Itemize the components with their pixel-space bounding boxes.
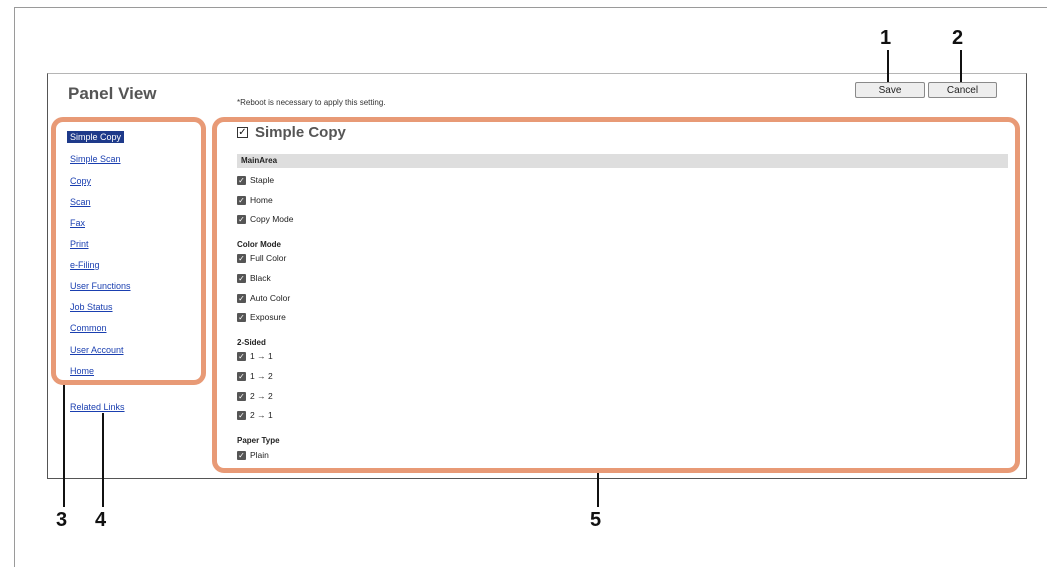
callout-2: 2 xyxy=(952,27,964,49)
sidebar-item-simple-scan[interactable]: Simple Scan xyxy=(70,154,121,164)
callout-line-4 xyxy=(102,413,104,507)
save-button[interactable]: Save xyxy=(855,82,925,98)
checkbox-row[interactable]: ✓ 1 → 2 xyxy=(237,371,273,381)
checkbox-label: Home xyxy=(250,195,273,205)
related-links[interactable]: Related Links xyxy=(70,402,125,412)
checkbox-row[interactable]: ✓ Plain xyxy=(237,450,269,460)
main-title: Simple Copy xyxy=(255,124,346,141)
checkbox-label: Auto Color xyxy=(250,293,291,303)
sidebar-item-home[interactable]: Home xyxy=(70,366,94,376)
sidebar-item-print[interactable]: Print xyxy=(70,239,89,249)
checkbox-label: Exposure xyxy=(250,312,286,322)
checkbox-row[interactable]: ✓ 2 → 1 xyxy=(237,410,273,420)
checkbox-icon[interactable]: ✓ xyxy=(237,195,246,205)
reboot-note: *Reboot is necessary to apply this setti… xyxy=(237,98,386,107)
sidebar-item-job-status[interactable]: Job Status xyxy=(70,302,113,312)
checkbox-row[interactable]: ✓ Staple xyxy=(237,175,274,185)
checkbox-row[interactable]: ✓ 2 → 2 xyxy=(237,391,273,401)
checkbox-row[interactable]: ✓ Black xyxy=(237,273,271,283)
sidebar-item-copy[interactable]: Copy xyxy=(70,176,91,186)
main-area-highlight xyxy=(212,117,1020,473)
checkbox-label: 1 → 1 xyxy=(250,351,273,361)
sidebar-item-e-filing[interactable]: e-Filing xyxy=(70,260,100,270)
section-header-bar xyxy=(237,154,1008,168)
checkbox-icon[interactable]: ✓ xyxy=(237,312,246,322)
checkbox-label: Full Color xyxy=(250,253,287,263)
callout-1: 1 xyxy=(880,27,892,49)
sidebar-item-user-account[interactable]: User Account xyxy=(70,345,124,355)
group-label: 2-Sided xyxy=(237,338,266,347)
checkbox-label: 1 → 2 xyxy=(250,371,273,381)
sidebar-item-fax[interactable]: Fax xyxy=(70,218,85,228)
checkbox-icon[interactable]: ✓ xyxy=(237,391,246,401)
checkbox-icon[interactable]: ✓ xyxy=(237,410,246,420)
checkbox-row[interactable]: ✓ 1 → 1 xyxy=(237,351,273,361)
page-title: Panel View xyxy=(68,84,157,103)
simple-copy-checkbox[interactable]: ✓ xyxy=(237,127,248,138)
callout-5: 5 xyxy=(590,509,602,531)
checkbox-icon[interactable]: ✓ xyxy=(237,450,246,460)
callout-line-1 xyxy=(887,50,889,82)
checkbox-label: Copy Mode xyxy=(250,214,294,224)
checkbox-icon[interactable]: ✓ xyxy=(237,253,246,263)
checkbox-row[interactable]: ✓ Home xyxy=(237,195,273,205)
checkbox-label: 2 → 2 xyxy=(250,391,273,401)
sidebar-item-scan[interactable]: Scan xyxy=(70,197,91,207)
checkbox-row[interactable]: ✓ Full Color xyxy=(237,253,286,263)
sidebar-item-common[interactable]: Common xyxy=(70,323,107,333)
callout-line-5 xyxy=(597,473,599,507)
checkbox-icon[interactable]: ✓ xyxy=(237,371,246,381)
group-label: Color Mode xyxy=(237,240,281,249)
checkbox-row[interactable]: ✓ Copy Mode xyxy=(237,214,293,224)
checkbox-icon[interactable]: ✓ xyxy=(237,293,246,303)
checkbox-label: 2 → 1 xyxy=(250,410,273,420)
group-label: Paper Type xyxy=(237,436,280,445)
checkbox-label: Plain xyxy=(250,450,269,460)
checkbox-row[interactable]: ✓ Exposure xyxy=(237,312,286,322)
sidebar-item-user-functions[interactable]: User Functions xyxy=(70,281,131,291)
callout-line-3 xyxy=(63,385,65,507)
checkbox-icon[interactable]: ✓ xyxy=(237,175,246,185)
cancel-button[interactable]: Cancel xyxy=(928,82,997,98)
checkbox-label: Black xyxy=(250,273,271,283)
main-header: ✓ Simple Copy xyxy=(237,124,346,141)
callout-3: 3 xyxy=(56,509,68,531)
checkbox-icon[interactable]: ✓ xyxy=(237,214,246,224)
section-header: MainArea xyxy=(241,156,278,165)
checkbox-icon[interactable]: ✓ xyxy=(237,273,246,283)
checkbox-label: Staple xyxy=(250,175,275,185)
sidebar-item-simple-copy[interactable]: Simple Copy xyxy=(67,131,125,143)
checkbox-icon[interactable]: ✓ xyxy=(237,351,246,361)
callout-4: 4 xyxy=(95,509,107,531)
callout-line-2 xyxy=(960,50,962,82)
checkbox-row[interactable]: ✓ Auto Color xyxy=(237,293,290,303)
